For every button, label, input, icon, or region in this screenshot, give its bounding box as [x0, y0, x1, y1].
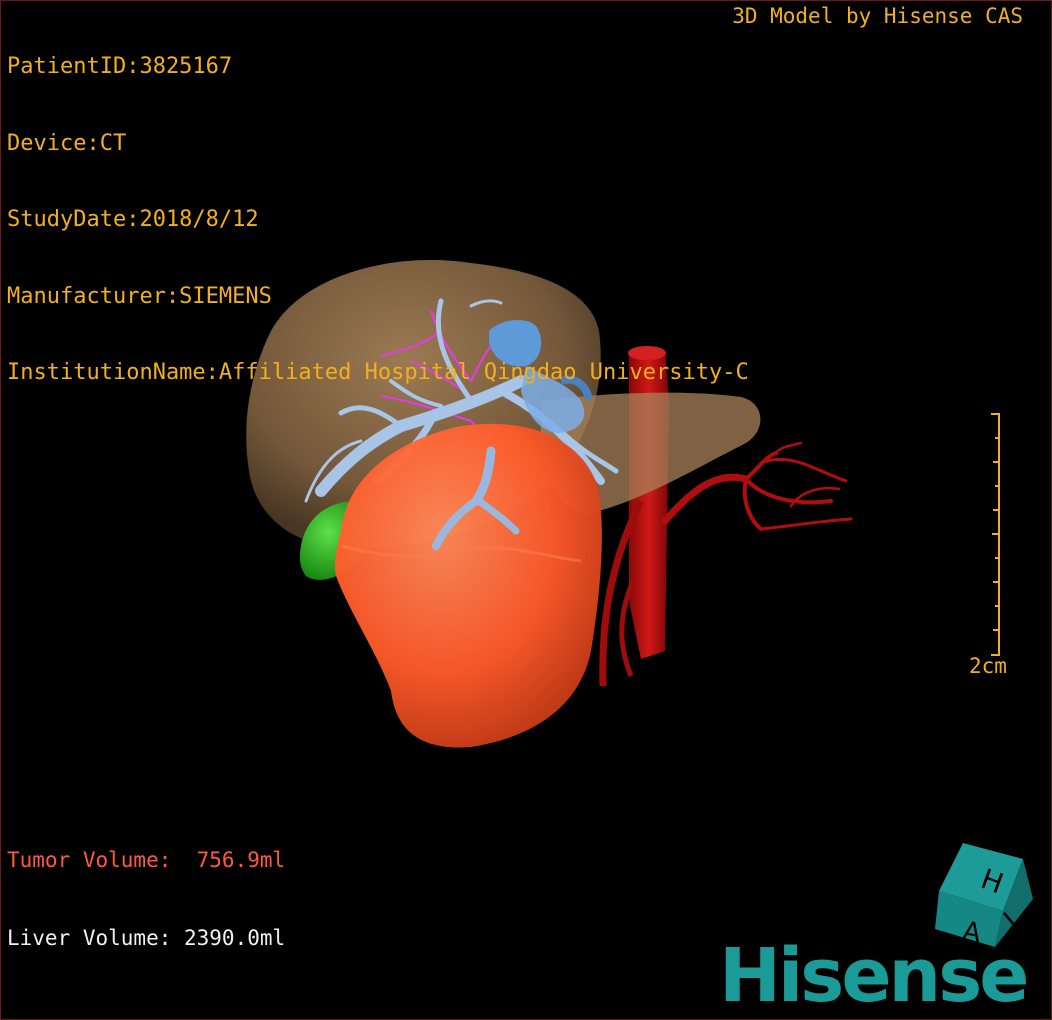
- device: Device:CT: [7, 130, 127, 156]
- study-date: StudyDate:2018/8/12: [7, 207, 259, 232]
- manufacturer: Manufacturer:SIEMENS: [7, 283, 272, 309]
- tumor-volume: Tumor Volume: 756.9ml: [7, 848, 286, 872]
- liver-volume: Liver Volume: 2390.0ml: [7, 926, 286, 950]
- volume-readout: Tumor Volume: 756.9ml Liver Volume: 2390…: [7, 795, 285, 1003]
- scale-bar: [991, 413, 1000, 656]
- model-credit: 3D Model by Hisense CAS: [732, 4, 1023, 28]
- patient-info-overlay: PatientID:3825167 Device:CT StudyDate:20…: [7, 3, 749, 437]
- institution-name: InstitutionName:Affiliated Hospital Qing…: [7, 360, 749, 385]
- 3d-viewport[interactable]: PatientID:3825167 Device:CT StudyDate:20…: [0, 0, 1052, 1020]
- scale-bar-label: 2cm: [969, 654, 1007, 678]
- hisense-logo: Hisense: [719, 933, 1029, 1019]
- tumor: [334, 423, 602, 748]
- patient-id: PatientID:3825167: [7, 54, 233, 79]
